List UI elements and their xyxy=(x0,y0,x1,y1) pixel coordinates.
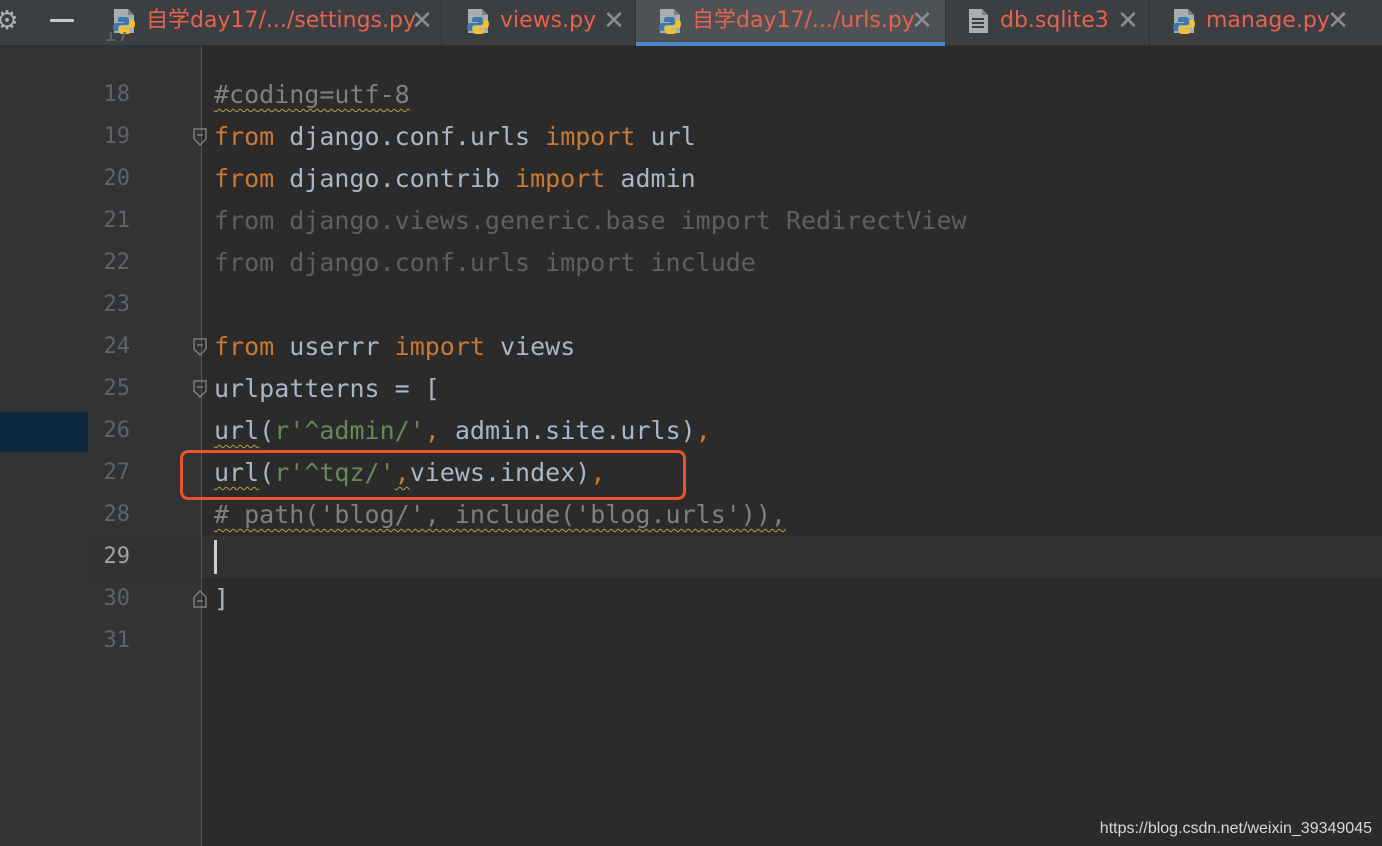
keyword: import xyxy=(545,122,636,151)
tab-views-py[interactable]: views.py ✕ xyxy=(442,0,636,46)
line-number: 23 xyxy=(103,292,131,317)
keyword: from xyxy=(214,122,275,151)
tool-window-controls: ⚙ xyxy=(0,0,88,46)
code-line-30[interactable]: ] xyxy=(214,578,229,620)
code-line-25[interactable]: urlpatterns = [ xyxy=(214,368,440,410)
string-literal: r'^admin/' xyxy=(274,416,425,445)
line-number: 31 xyxy=(103,628,131,653)
tab-label: views.py xyxy=(500,8,597,33)
watermark: https://blog.csdn.net/weixin_39349045 xyxy=(1099,820,1372,837)
line-number: 17 xyxy=(103,32,131,47)
line-number: 26 xyxy=(103,418,131,443)
keyword: from xyxy=(214,164,275,193)
import-name: views xyxy=(484,332,576,361)
fold-marker-icon[interactable] xyxy=(193,128,207,146)
keyword: import xyxy=(515,164,606,193)
gear-icon[interactable]: ⚙ xyxy=(0,8,20,34)
project-panel[interactable] xyxy=(0,46,88,846)
close-icon[interactable]: ✕ xyxy=(908,7,936,35)
line-number: 27 xyxy=(103,460,131,485)
annotation-highlight-box xyxy=(180,450,686,500)
line-number: 25 xyxy=(103,376,131,401)
comma: , xyxy=(695,416,711,445)
line-number: 21 xyxy=(103,208,131,233)
tab-label: manage.py xyxy=(1206,8,1330,33)
hide-minus-icon[interactable] xyxy=(50,19,74,22)
code-line-20[interactable]: from django.contrib import admin xyxy=(214,158,696,200)
line-number: 30 xyxy=(103,586,131,611)
fold-marker-icon[interactable] xyxy=(193,338,207,356)
tab-db-sqlite3[interactable]: db.sqlite3 ✕ xyxy=(946,0,1150,46)
text-file-icon xyxy=(969,9,988,33)
close-icon[interactable]: ✕ xyxy=(1324,7,1352,35)
comma: , xyxy=(424,416,440,445)
line-number-current: 29 xyxy=(103,544,131,569)
fold-end-marker-icon[interactable] xyxy=(193,590,207,608)
code-line-22-unused[interactable]: from django.conf.urls import include xyxy=(214,242,756,284)
close-icon[interactable]: ✕ xyxy=(408,7,436,35)
import-name: admin xyxy=(605,164,696,193)
selected-tree-row[interactable] xyxy=(0,412,88,452)
tab-settings-py[interactable]: 自学day17/.../settings.py ✕ xyxy=(88,0,442,46)
tab-manage-py[interactable]: manage.py ✕ xyxy=(1150,0,1382,46)
tab-label: 自学day17/.../settings.py xyxy=(146,8,416,33)
module-name: django.contrib xyxy=(274,164,516,193)
code-line-26[interactable]: url(r'^admin/', admin.site.urls), xyxy=(214,410,711,452)
module-name: django.conf.urls xyxy=(274,122,546,151)
paren: ( xyxy=(259,416,275,445)
line-number: 24 xyxy=(103,334,131,359)
line-number: 19 xyxy=(103,124,131,149)
comment-text: #coding=utf-8 xyxy=(214,80,410,109)
code-line-24[interactable]: from userrr import views xyxy=(214,326,575,368)
code-line-18[interactable]: #coding=utf-8 xyxy=(214,74,410,116)
import-name: url xyxy=(635,122,696,151)
python-file-icon xyxy=(113,9,135,34)
text-caret xyxy=(214,540,217,574)
close-icon[interactable]: ✕ xyxy=(1114,7,1142,35)
close-icon[interactable]: ✕ xyxy=(600,7,628,35)
tab-label: db.sqlite3 xyxy=(1000,8,1109,33)
keyword: from xyxy=(214,332,275,361)
python-file-icon xyxy=(1173,9,1195,34)
code-line-21-unused[interactable]: from django.views.generic.base import Re… xyxy=(214,200,967,242)
comment-text: # path('blog/', include('blog.urls')), xyxy=(214,500,786,529)
code-line-28[interactable]: # path('blog/', include('blog.urls')), xyxy=(214,494,786,536)
python-file-icon xyxy=(467,9,489,34)
module-name: userrr xyxy=(274,332,395,361)
fold-marker-icon[interactable] xyxy=(193,380,207,398)
gutter-divider xyxy=(201,46,202,846)
tab-urls-py[interactable]: 自学day17/.../urls.py ✕ xyxy=(636,0,946,46)
code-line-19[interactable]: from django.conf.urls import url xyxy=(214,116,696,158)
python-file-icon xyxy=(659,9,681,34)
line-number: 22 xyxy=(103,250,131,275)
current-line-highlight xyxy=(88,536,1382,578)
editor-tab-bar: ⚙ 自学day17/.../settings.py ✕ views.py ✕ 自… xyxy=(0,0,1382,46)
argument: admin.site.urls) xyxy=(439,416,696,445)
keyword: import xyxy=(394,332,485,361)
function-name: url xyxy=(214,416,260,445)
line-number: 18 xyxy=(103,82,131,107)
line-number: 20 xyxy=(103,166,131,191)
tab-label: 自学day17/.../urls.py xyxy=(692,8,915,33)
line-number: 28 xyxy=(103,502,131,527)
